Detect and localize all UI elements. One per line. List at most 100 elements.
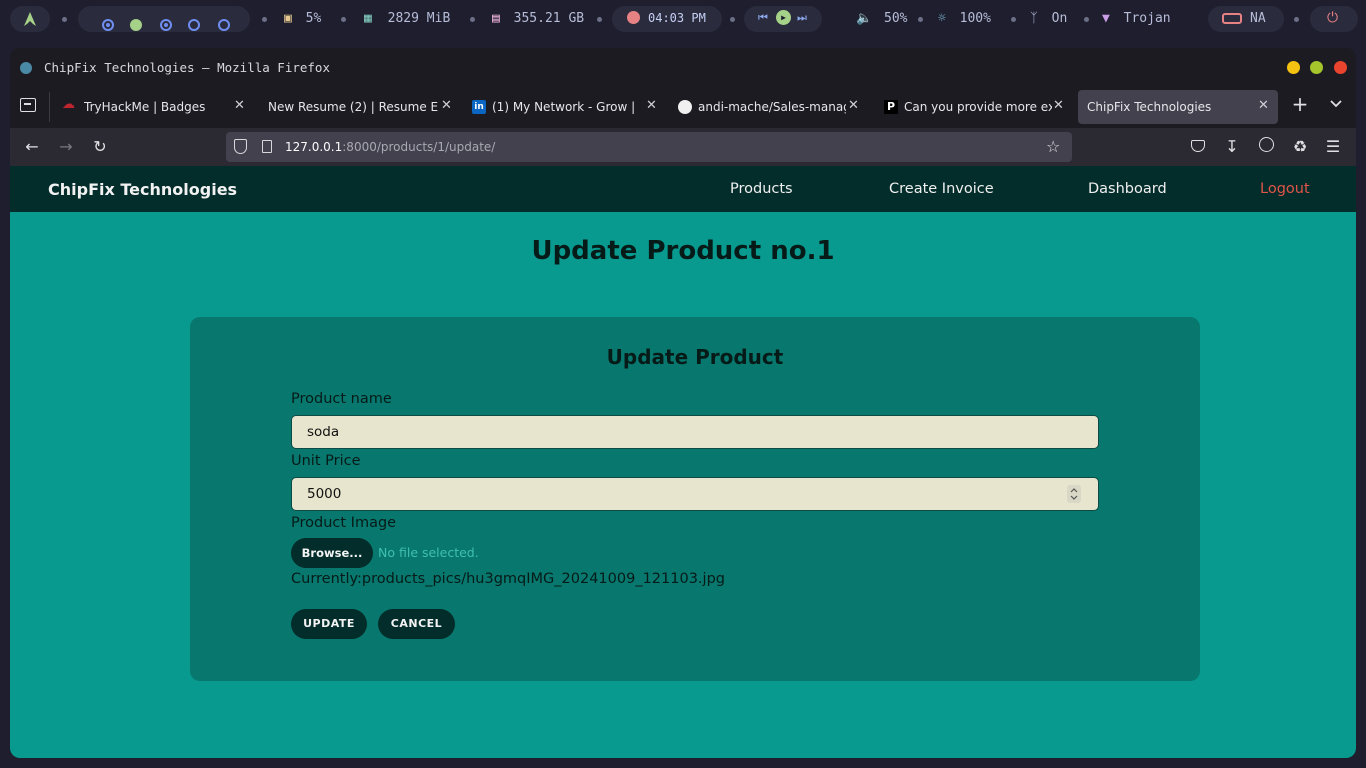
reload-button[interactable]: ↻ bbox=[90, 137, 110, 157]
close-tab-icon[interactable]: ✕ bbox=[234, 98, 245, 113]
clock-icon bbox=[627, 11, 640, 24]
firefox-window: ChipFix Technologies — Mozilla Firefox ☁… bbox=[10, 48, 1356, 758]
clock-value: 04:03 PM bbox=[648, 11, 706, 25]
menu-button[interactable]: ☰ bbox=[1323, 137, 1343, 157]
close-tab-icon[interactable]: ✕ bbox=[646, 98, 657, 113]
workspace-1[interactable] bbox=[102, 19, 114, 31]
workspace-switcher bbox=[78, 6, 250, 32]
pocket-button[interactable] bbox=[1188, 137, 1208, 157]
tab-label: ChipFix Technologies bbox=[1087, 100, 1212, 114]
folder-icon bbox=[24, 103, 31, 105]
power-button[interactable]: ⏻ bbox=[1310, 6, 1358, 32]
close-button[interactable] bbox=[1334, 61, 1347, 74]
clock[interactable]: 04:03 PM bbox=[612, 6, 722, 32]
tab-tryhackme[interactable]: ☁ TryHackMe | Badges ✕ bbox=[54, 90, 250, 124]
maximize-button[interactable] bbox=[1310, 61, 1323, 74]
nav-logout[interactable]: Logout bbox=[1260, 181, 1310, 197]
volume-indicator[interactable]: 🔈 50% bbox=[856, 11, 908, 27]
tab-label: TryHackMe | Badges bbox=[84, 100, 206, 114]
update-button[interactable]: UPDATE bbox=[291, 609, 367, 639]
tab-label: Can you provide more exam bbox=[904, 100, 1052, 114]
product-image-label: Product Image bbox=[291, 515, 397, 531]
update-product-form: Update Product Product name soda Unit Pr… bbox=[190, 317, 1200, 681]
account-icon bbox=[1258, 137, 1274, 152]
navigation-toolbar: ← → ↻ 127.0.0.1:8000/products/1/update/ … bbox=[10, 128, 1356, 166]
nav-create-invoice[interactable]: Create Invoice bbox=[889, 181, 994, 197]
memory-indicator: ▦ 2829 MiB bbox=[364, 11, 450, 27]
tab-label: New Resume (2) | Resume Edito bbox=[268, 100, 438, 114]
tab-perplexity[interactable]: P Can you provide more exam ✕ bbox=[876, 90, 1072, 124]
page-icon bbox=[262, 140, 272, 153]
play-icon[interactable]: ▶ bbox=[776, 10, 791, 25]
extensions-button[interactable]: ♻ bbox=[1290, 137, 1310, 157]
github-icon bbox=[678, 100, 692, 114]
cpu-icon: ▣ bbox=[284, 11, 292, 26]
tab-linkedin[interactable]: in (1) My Network - Grow | Link ✕ bbox=[464, 90, 660, 124]
account-button[interactable] bbox=[1256, 137, 1276, 157]
linkedin-icon: in bbox=[472, 100, 486, 114]
tryhackme-cloud-icon: ☁ bbox=[62, 97, 75, 112]
brightness-icon: ☼ bbox=[938, 11, 946, 26]
window-title: ChipFix Technologies — Mozilla Firefox bbox=[44, 60, 330, 75]
close-tab-icon[interactable]: ✕ bbox=[1053, 98, 1064, 113]
form-title: Update Product bbox=[606, 345, 784, 369]
file-status: No file selected. bbox=[378, 545, 479, 560]
volume-icon: 🔈 bbox=[856, 11, 873, 26]
wifi-indicator[interactable]: ▼ Trojan bbox=[1102, 11, 1171, 27]
disk-indicator: ▤ 355.21 GB bbox=[492, 11, 584, 27]
browse-button[interactable]: Browse... bbox=[291, 538, 373, 568]
close-tab-icon[interactable]: ✕ bbox=[1258, 98, 1269, 113]
tab-label: andi-mache/Sales-managem bbox=[698, 100, 846, 114]
workspace-3[interactable] bbox=[160, 19, 172, 31]
nav-dashboard[interactable]: Dashboard bbox=[1088, 181, 1167, 197]
previous-track-icon[interactable]: ⏮ bbox=[758, 11, 768, 25]
tab-resume[interactable]: New Resume (2) | Resume Edito ✕ bbox=[258, 90, 456, 124]
minimize-button[interactable] bbox=[1287, 61, 1300, 74]
memory-icon: ▦ bbox=[364, 11, 372, 26]
downloads-button[interactable]: ↧ bbox=[1222, 137, 1242, 157]
arrow-left-icon: ← bbox=[25, 137, 39, 156]
product-name-input[interactable]: soda bbox=[291, 415, 1099, 449]
forward-button[interactable]: → bbox=[56, 137, 76, 157]
bluetooth-indicator[interactable]: ᛉ On bbox=[1030, 11, 1067, 27]
site-brand[interactable]: ChipFix Technologies bbox=[48, 180, 237, 199]
brightness-value: 100% bbox=[959, 11, 991, 26]
bluetooth-value: On bbox=[1051, 11, 1068, 26]
new-tab-button[interactable]: + bbox=[1290, 94, 1310, 114]
shield-icon[interactable] bbox=[234, 139, 247, 154]
url-bar[interactable]: 127.0.0.1:8000/products/1/update/ ☆ bbox=[226, 132, 1072, 162]
nav-products[interactable]: Products bbox=[730, 181, 793, 197]
url-path: :8000/products/1/update/ bbox=[342, 140, 496, 154]
power-icon: ⏻ bbox=[1327, 10, 1339, 26]
cancel-button[interactable]: CANCEL bbox=[378, 609, 455, 639]
next-track-icon[interactable]: ⏭ bbox=[797, 11, 807, 25]
workspace-5[interactable] bbox=[218, 19, 230, 31]
tab-github[interactable]: andi-mache/Sales-managem ✕ bbox=[670, 90, 866, 124]
brightness-indicator[interactable]: ☼ 100% bbox=[938, 11, 991, 27]
page-title: Update Product no.1 bbox=[531, 236, 835, 266]
media-controls: ⏮ ▶ ⏭ bbox=[744, 6, 822, 32]
list-all-tabs-button[interactable] bbox=[1328, 96, 1348, 116]
workspace-4[interactable] bbox=[188, 19, 200, 31]
perplexity-icon: P bbox=[884, 100, 898, 114]
memory-value: 2829 MiB bbox=[387, 11, 451, 26]
tab-chipfix[interactable]: ChipFix Technologies ✕ bbox=[1078, 90, 1278, 124]
wifi-value: Trojan bbox=[1123, 11, 1171, 26]
bookmark-star-icon[interactable]: ☆ bbox=[1046, 137, 1060, 156]
back-button[interactable]: ← bbox=[22, 137, 42, 157]
unit-price-label: Unit Price bbox=[291, 453, 361, 469]
close-tab-icon[interactable]: ✕ bbox=[848, 98, 859, 113]
page-content: ChipFix Technologies Products Create Inv… bbox=[10, 166, 1356, 758]
battery-indicator: NA bbox=[1208, 6, 1284, 32]
workspace-2[interactable] bbox=[130, 19, 142, 31]
launcher-button[interactable] bbox=[10, 6, 50, 32]
price-stepper[interactable] bbox=[1067, 485, 1081, 503]
close-tab-icon[interactable]: ✕ bbox=[441, 98, 452, 113]
url-text[interactable]: 127.0.0.1:8000/products/1/update/ bbox=[285, 140, 495, 154]
tab-overview-button[interactable] bbox=[20, 98, 36, 112]
arch-logo-icon bbox=[24, 12, 36, 26]
unit-price-input[interactable]: 5000 bbox=[291, 477, 1099, 511]
bluetooth-icon: ᛉ bbox=[1030, 11, 1038, 26]
url-host: 127.0.0.1 bbox=[285, 140, 343, 154]
firefox-icon bbox=[20, 62, 32, 74]
